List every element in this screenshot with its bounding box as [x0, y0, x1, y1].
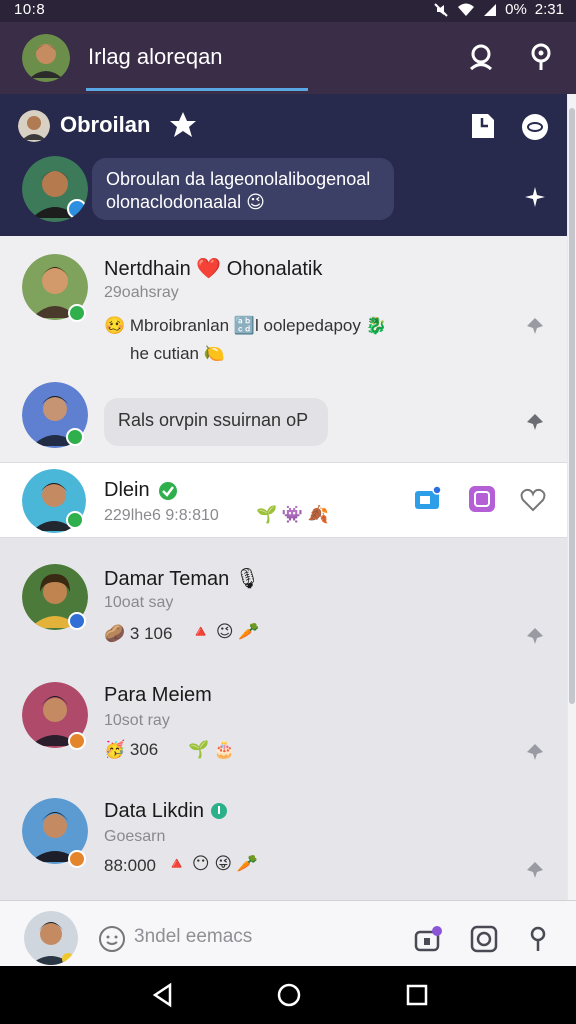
chat-timestamp: 10sot ray [104, 712, 170, 729]
app-title: Irlag aloreqan [88, 44, 223, 69]
status-badge [68, 732, 86, 750]
bubble-text: Rals orvpin ssuirnan oP [118, 410, 309, 430]
chat-timestamp: 29oahsray [104, 284, 179, 301]
online-badge [68, 304, 86, 322]
chat-item[interactable]: Nertdhain ❤️ Ohonalatik 29oahsray 🥴 Mbro… [0, 236, 567, 381]
verified-badge [68, 612, 86, 630]
chat-preview-line2: he cutian 🍋 [130, 344, 225, 363]
chat-emojis: 🔺 😶 😜 🥕 [166, 854, 258, 873]
chat-title: Damar Teman 🎙 [104, 568, 261, 590]
self-avatar[interactable] [24, 911, 78, 965]
shield-icon [211, 803, 227, 819]
chat-title: Dlein [104, 479, 150, 501]
scrollbar[interactable] [568, 94, 576, 900]
banner-contact-avatar [22, 156, 88, 222]
banner-title: Obroilan [60, 112, 151, 137]
pin-icon[interactable] [525, 412, 545, 432]
back-icon[interactable] [150, 982, 176, 1008]
chat-preview: 88:000 [104, 856, 156, 875]
pin-icon[interactable] [525, 316, 545, 336]
mute-icon [434, 2, 448, 17]
pin-icon[interactable] [525, 742, 545, 762]
chat-timestamp: 229lhe6 9:8:810 [104, 507, 219, 524]
sparkle-icon[interactable] [524, 186, 546, 208]
chat-title: Data Likdin [104, 800, 205, 822]
gallery-icon[interactable] [468, 485, 496, 513]
online-badge [66, 511, 84, 529]
home-icon[interactable] [276, 982, 302, 1008]
banner-message-bubble: Obroulan da lageonolalibogenoal olonaclo… [92, 158, 394, 220]
pin-icon[interactable] [525, 626, 545, 646]
location-pin-icon[interactable] [528, 42, 554, 72]
emoji-icon[interactable] [98, 925, 126, 953]
online-badge [66, 428, 84, 446]
chat-emojis: 🌱 🎂 [188, 740, 236, 759]
status-icons: 0% 2:31 [433, 1, 564, 18]
chat-emojis: 🔺 😉 🥕 [190, 622, 260, 641]
active-tab-indicator [86, 88, 308, 91]
system-nav-bar [0, 966, 576, 1024]
wifi-icon [458, 3, 475, 16]
document-icon[interactable] [470, 112, 496, 140]
verified-icon [159, 482, 177, 500]
chat-preview: 🥳 306 [104, 740, 159, 759]
status-time: 10:8 [14, 1, 46, 18]
status-bar: 10:8 0% 2:31 [0, 0, 576, 22]
attachment-icon[interactable] [414, 925, 442, 953]
message-bubble: Rals orvpin ssuirnan oP [104, 398, 328, 446]
chat-timestamp: Goesarn [104, 828, 166, 845]
chat-item[interactable]: Rals orvpin ssuirnan oP [0, 380, 567, 462]
chat-item-selected[interactable]: Dlein 229lhe6 9:8:810 🌱 👾 🍂 [0, 462, 567, 538]
chat-emojis: 🌱 👾 🍂 [256, 505, 329, 524]
chat-item[interactable]: Damar Teman 🎙 10oat say 🥔 3 106 🔺 😉 🥕 [0, 538, 567, 663]
status-clock: 2:31 [534, 1, 564, 18]
chat-title: Nertdhain ❤️ Ohonalatik [104, 258, 323, 280]
video-call-icon[interactable] [414, 485, 442, 511]
eye-icon[interactable] [520, 112, 550, 142]
message-input[interactable] [134, 926, 394, 948]
profile-avatar[interactable] [22, 34, 70, 82]
banner-avatar [18, 110, 50, 142]
signal-icon [484, 3, 497, 16]
chat-timestamp: 10oat say [104, 594, 174, 611]
battery-text: 0% [505, 1, 527, 18]
chat-preview: 🥴 Mbroibranlan 🔡l oolepedapoy 🐉 [104, 316, 387, 335]
camera-icon[interactable] [470, 925, 498, 953]
chat-title: Para Meiem [104, 684, 212, 706]
pin-icon[interactable] [525, 860, 545, 880]
heart-outline-icon[interactable] [520, 487, 546, 513]
star-icon[interactable] [168, 110, 198, 140]
pinned-chat-banner[interactable]: Obroilan Obroulan da lageonolalibogenoal… [0, 94, 567, 236]
chat-preview: 🥔 3 106 [104, 624, 173, 643]
banner-message-line2: olonaclodonaalal 😉 [106, 192, 265, 212]
status-badge [68, 850, 86, 868]
chat-item[interactable]: Para Meiem 10sot ray 🥳 306 🌱 🎂 [0, 662, 567, 781]
recents-icon[interactable] [404, 982, 430, 1008]
chat-item[interactable]: Data Likdin Goesarn 88:000 🔺 😶 😜 🥕 [0, 780, 567, 900]
location-pin-icon[interactable] [528, 925, 548, 953]
search-icon[interactable] [466, 42, 496, 72]
banner-message-line1: Obroulan da lageonolalibogenoal [106, 169, 371, 189]
message-composer [0, 900, 576, 966]
scrollbar-thumb[interactable] [569, 108, 575, 704]
app-bar: Irlag aloreqan [0, 22, 576, 94]
